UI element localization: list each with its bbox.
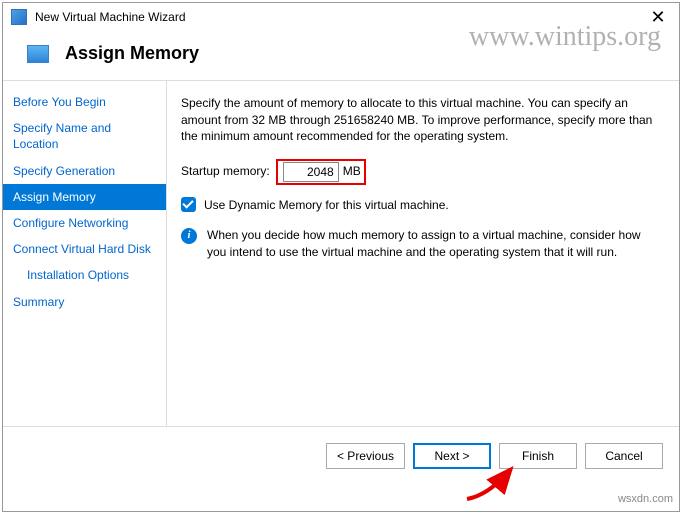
info-icon: i xyxy=(181,228,197,244)
step-installation-options[interactable]: Installation Options xyxy=(3,262,166,288)
step-specify-name-location[interactable]: Specify Name and Location xyxy=(3,115,166,157)
info-text: When you decide how much memory to assig… xyxy=(207,227,661,260)
page-title: Assign Memory xyxy=(65,43,199,64)
startup-memory-highlight: MB xyxy=(276,159,366,185)
startup-memory-input[interactable] xyxy=(283,162,339,182)
next-button[interactable]: Next > xyxy=(413,443,491,469)
memory-icon xyxy=(27,45,49,63)
close-button[interactable]: ✕ xyxy=(643,5,673,29)
dynamic-memory-row[interactable]: Use Dynamic Memory for this virtual mach… xyxy=(181,197,661,214)
startup-memory-row: Startup memory: MB xyxy=(181,159,661,185)
info-row: i When you decide how much memory to ass… xyxy=(181,227,661,260)
startup-memory-unit: MB xyxy=(343,163,361,180)
step-specify-generation[interactable]: Specify Generation xyxy=(3,158,166,184)
body-area: Before You Begin Specify Name and Locati… xyxy=(3,80,679,426)
step-assign-memory[interactable]: Assign Memory xyxy=(3,184,166,210)
step-configure-networking[interactable]: Configure Networking xyxy=(3,210,166,236)
window-title: New Virtual Machine Wizard xyxy=(35,10,186,24)
footer-buttons: < Previous Next > Finish Cancel xyxy=(3,426,679,483)
step-summary[interactable]: Summary xyxy=(3,289,166,315)
description-text: Specify the amount of memory to allocate… xyxy=(181,95,661,145)
main-panel: Specify the amount of memory to allocate… xyxy=(167,81,679,426)
step-connect-vhd[interactable]: Connect Virtual Hard Disk xyxy=(3,236,166,262)
title-bar: New Virtual Machine Wizard xyxy=(3,3,679,31)
startup-memory-label: Startup memory: xyxy=(181,163,270,180)
cancel-button[interactable]: Cancel xyxy=(585,443,663,469)
dynamic-memory-label: Use Dynamic Memory for this virtual mach… xyxy=(204,197,449,214)
wizard-dialog: New Virtual Machine Wizard ✕ Assign Memo… xyxy=(2,2,680,512)
finish-button[interactable]: Finish xyxy=(499,443,577,469)
step-before-you-begin[interactable]: Before You Begin xyxy=(3,89,166,115)
previous-button[interactable]: < Previous xyxy=(326,443,405,469)
app-icon xyxy=(11,9,27,25)
dynamic-memory-checkbox[interactable] xyxy=(181,197,196,212)
wizard-steps-sidebar: Before You Begin Specify Name and Locati… xyxy=(3,81,167,426)
watermark-bottom: wsxdn.com xyxy=(618,493,673,505)
wizard-header: Assign Memory xyxy=(3,31,679,80)
